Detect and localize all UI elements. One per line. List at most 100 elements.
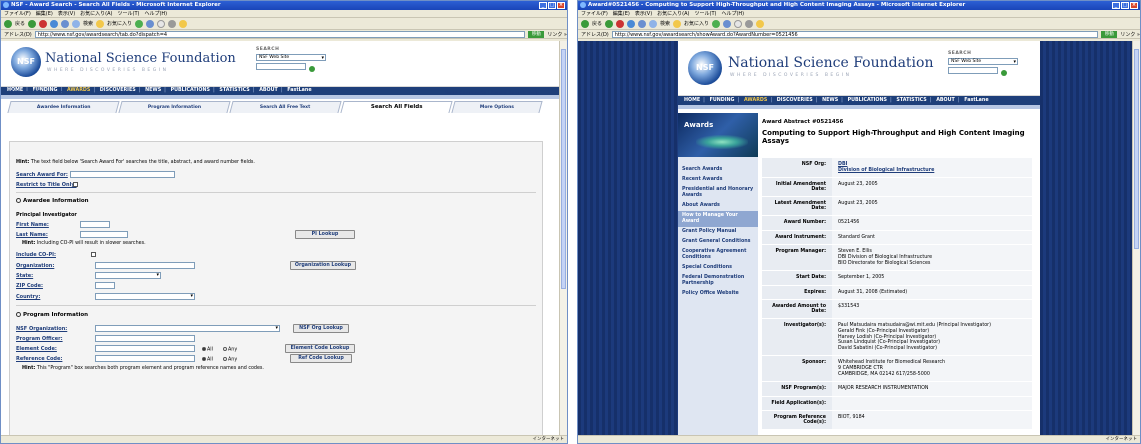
help-links[interactable]: Send Comments | Award Search Help	[445, 91, 539, 96]
include-copi-checkbox[interactable]	[91, 252, 96, 257]
links-label[interactable]: リンク »	[1120, 31, 1140, 38]
element-code-lookup-button[interactable]: Element Code Lookup	[285, 344, 355, 353]
mail-icon[interactable]	[157, 19, 166, 28]
state-select[interactable]	[95, 272, 161, 279]
minimize-button[interactable]: _	[539, 2, 547, 9]
menu-file[interactable]: ファイル(F)	[581, 10, 608, 17]
mail-icon[interactable]	[734, 19, 743, 28]
program-officer-input[interactable]	[95, 335, 195, 342]
menu-help[interactable]: ヘルプ(H)	[721, 10, 744, 17]
nav-home[interactable]: HOME	[684, 98, 700, 103]
reference-any-radio[interactable]: Any	[223, 357, 237, 363]
close-button[interactable]: ×	[1130, 2, 1138, 9]
site-search-go-icon[interactable]	[1001, 69, 1007, 76]
print-icon[interactable]	[168, 19, 177, 28]
tab-search-all-free-text[interactable]: Search All Free Text	[229, 101, 342, 113]
search-scope-select[interactable]: NSF Web Site	[256, 54, 326, 61]
sidebar-item-special-conditions[interactable]: Special Conditions	[678, 263, 758, 273]
scrollbar-thumb[interactable]	[561, 49, 566, 289]
back-icon[interactable]	[581, 19, 589, 28]
reference-code-input[interactable]	[95, 355, 195, 362]
refresh-icon[interactable]	[50, 19, 59, 28]
tab-program-information[interactable]: Program Information	[118, 101, 231, 113]
favorites-icon[interactable]	[96, 19, 105, 28]
search-award-for-input[interactable]	[70, 171, 175, 178]
pi-lookup-button[interactable]: PI Lookup	[295, 230, 355, 239]
element-code-input[interactable]	[95, 345, 195, 352]
maximize-button[interactable]: □	[548, 2, 556, 9]
media-icon[interactable]	[135, 19, 144, 28]
zip-input[interactable]	[95, 282, 115, 289]
element-all-radio[interactable]: All	[202, 347, 213, 353]
scrollbar-thumb[interactable]	[1134, 49, 1139, 249]
nav-fastlane[interactable]: FastLane	[964, 98, 988, 103]
nav-discoveries[interactable]: DISCOVERIES	[100, 88, 136, 93]
nav-fastlane[interactable]: FastLane	[287, 88, 311, 93]
tab-search-all-fields[interactable]: Search All Fields	[340, 101, 453, 113]
home-icon[interactable]	[61, 19, 70, 28]
address-input[interactable]: http://www.nsf.gov/awardsearch/tab.do?di…	[34, 30, 526, 38]
tab-more-options[interactable]: More Options	[451, 101, 543, 113]
reference-all-radio[interactable]: All	[202, 357, 213, 363]
back-icon[interactable]	[4, 19, 12, 28]
nav-statistics[interactable]: STATISTICS	[219, 88, 249, 93]
history-icon[interactable]	[146, 19, 155, 28]
element-any-radio[interactable]: Any	[223, 347, 237, 353]
restrict-title-checkbox[interactable]	[73, 182, 78, 187]
nav-statistics[interactable]: STATISTICS	[896, 98, 926, 103]
back-label[interactable]: 戻る	[15, 20, 25, 27]
search-scope-select[interactable]: NSF Web Site	[948, 58, 1018, 65]
sidebar-item-fdp[interactable]: Federal Demonstration Partnership	[678, 273, 758, 289]
go-button[interactable]: 移動	[1101, 30, 1118, 38]
nsf-logo[interactable]: NSF	[688, 51, 722, 85]
nav-about[interactable]: ABOUT	[936, 98, 955, 103]
stop-icon[interactable]	[616, 19, 625, 28]
nav-news[interactable]: NEWS	[145, 88, 161, 93]
site-search-input[interactable]	[948, 67, 998, 74]
menu-view[interactable]: 表示(V)	[635, 10, 652, 17]
forward-icon[interactable]	[605, 19, 614, 28]
sidebar-item-policy-office[interactable]: Policy Office Website	[678, 289, 758, 299]
nav-about[interactable]: ABOUT	[259, 88, 278, 93]
menu-favorites[interactable]: お気に入り(A)	[80, 10, 112, 17]
address-input[interactable]: http://www.nsf.gov/awardsearch/showAward…	[611, 30, 1099, 38]
organization-input[interactable]	[95, 262, 195, 269]
sidebar-item-grant-policy-manual[interactable]: Grant Policy Manual	[678, 227, 758, 237]
sidebar-item-search-awards[interactable]: Search Awards	[678, 165, 758, 175]
menu-tools[interactable]: ツール(T)	[118, 10, 140, 17]
refresh-icon[interactable]	[627, 19, 636, 28]
folder-icon[interactable]	[179, 19, 188, 28]
last-name-input[interactable]	[80, 231, 128, 238]
sidebar-item-recent-awards[interactable]: Recent Awards	[678, 175, 758, 185]
history-icon[interactable]	[723, 19, 732, 28]
stop-icon[interactable]	[39, 19, 48, 28]
menu-edit[interactable]: 編集(E)	[36, 10, 53, 17]
sidebar-item-presidential-awards[interactable]: Presidential and Honorary Awards	[678, 185, 758, 201]
nav-publications[interactable]: PUBLICATIONS	[848, 98, 887, 103]
site-search-input[interactable]	[256, 63, 306, 70]
go-button[interactable]: 移動	[528, 30, 545, 38]
tab-awardee-information[interactable]: Awardee Information	[7, 101, 120, 113]
home-icon[interactable]	[638, 19, 647, 28]
menu-file[interactable]: ファイル(F)	[4, 10, 31, 17]
minimize-button[interactable]: _	[1112, 2, 1120, 9]
country-select[interactable]	[95, 293, 195, 300]
menu-favorites[interactable]: お気に入り(A)	[657, 10, 689, 17]
nsf-org-select[interactable]	[95, 325, 280, 332]
first-name-input[interactable]	[80, 221, 110, 228]
sidebar-item-grant-general-conditions[interactable]: Grant General Conditions	[678, 237, 758, 247]
favorites-label[interactable]: お気に入り	[684, 20, 709, 27]
media-icon[interactable]	[712, 19, 721, 28]
nsf-logo[interactable]: NSF	[11, 47, 41, 77]
menu-edit[interactable]: 編集(E)	[613, 10, 630, 17]
close-button[interactable]: ×	[557, 2, 565, 9]
favorites-icon[interactable]	[673, 19, 682, 28]
nav-awards[interactable]: AWARDS	[744, 98, 767, 103]
search-label[interactable]: 検索	[660, 20, 670, 27]
menu-tools[interactable]: ツール(T)	[695, 10, 717, 17]
nsf-org-lookup-button[interactable]: NSF Org Lookup	[293, 324, 349, 333]
menu-view[interactable]: 表示(V)	[58, 10, 75, 17]
search-icon[interactable]	[649, 19, 658, 28]
nav-discoveries[interactable]: DISCOVERIES	[777, 98, 813, 103]
links-label[interactable]: リンク »	[547, 31, 567, 38]
